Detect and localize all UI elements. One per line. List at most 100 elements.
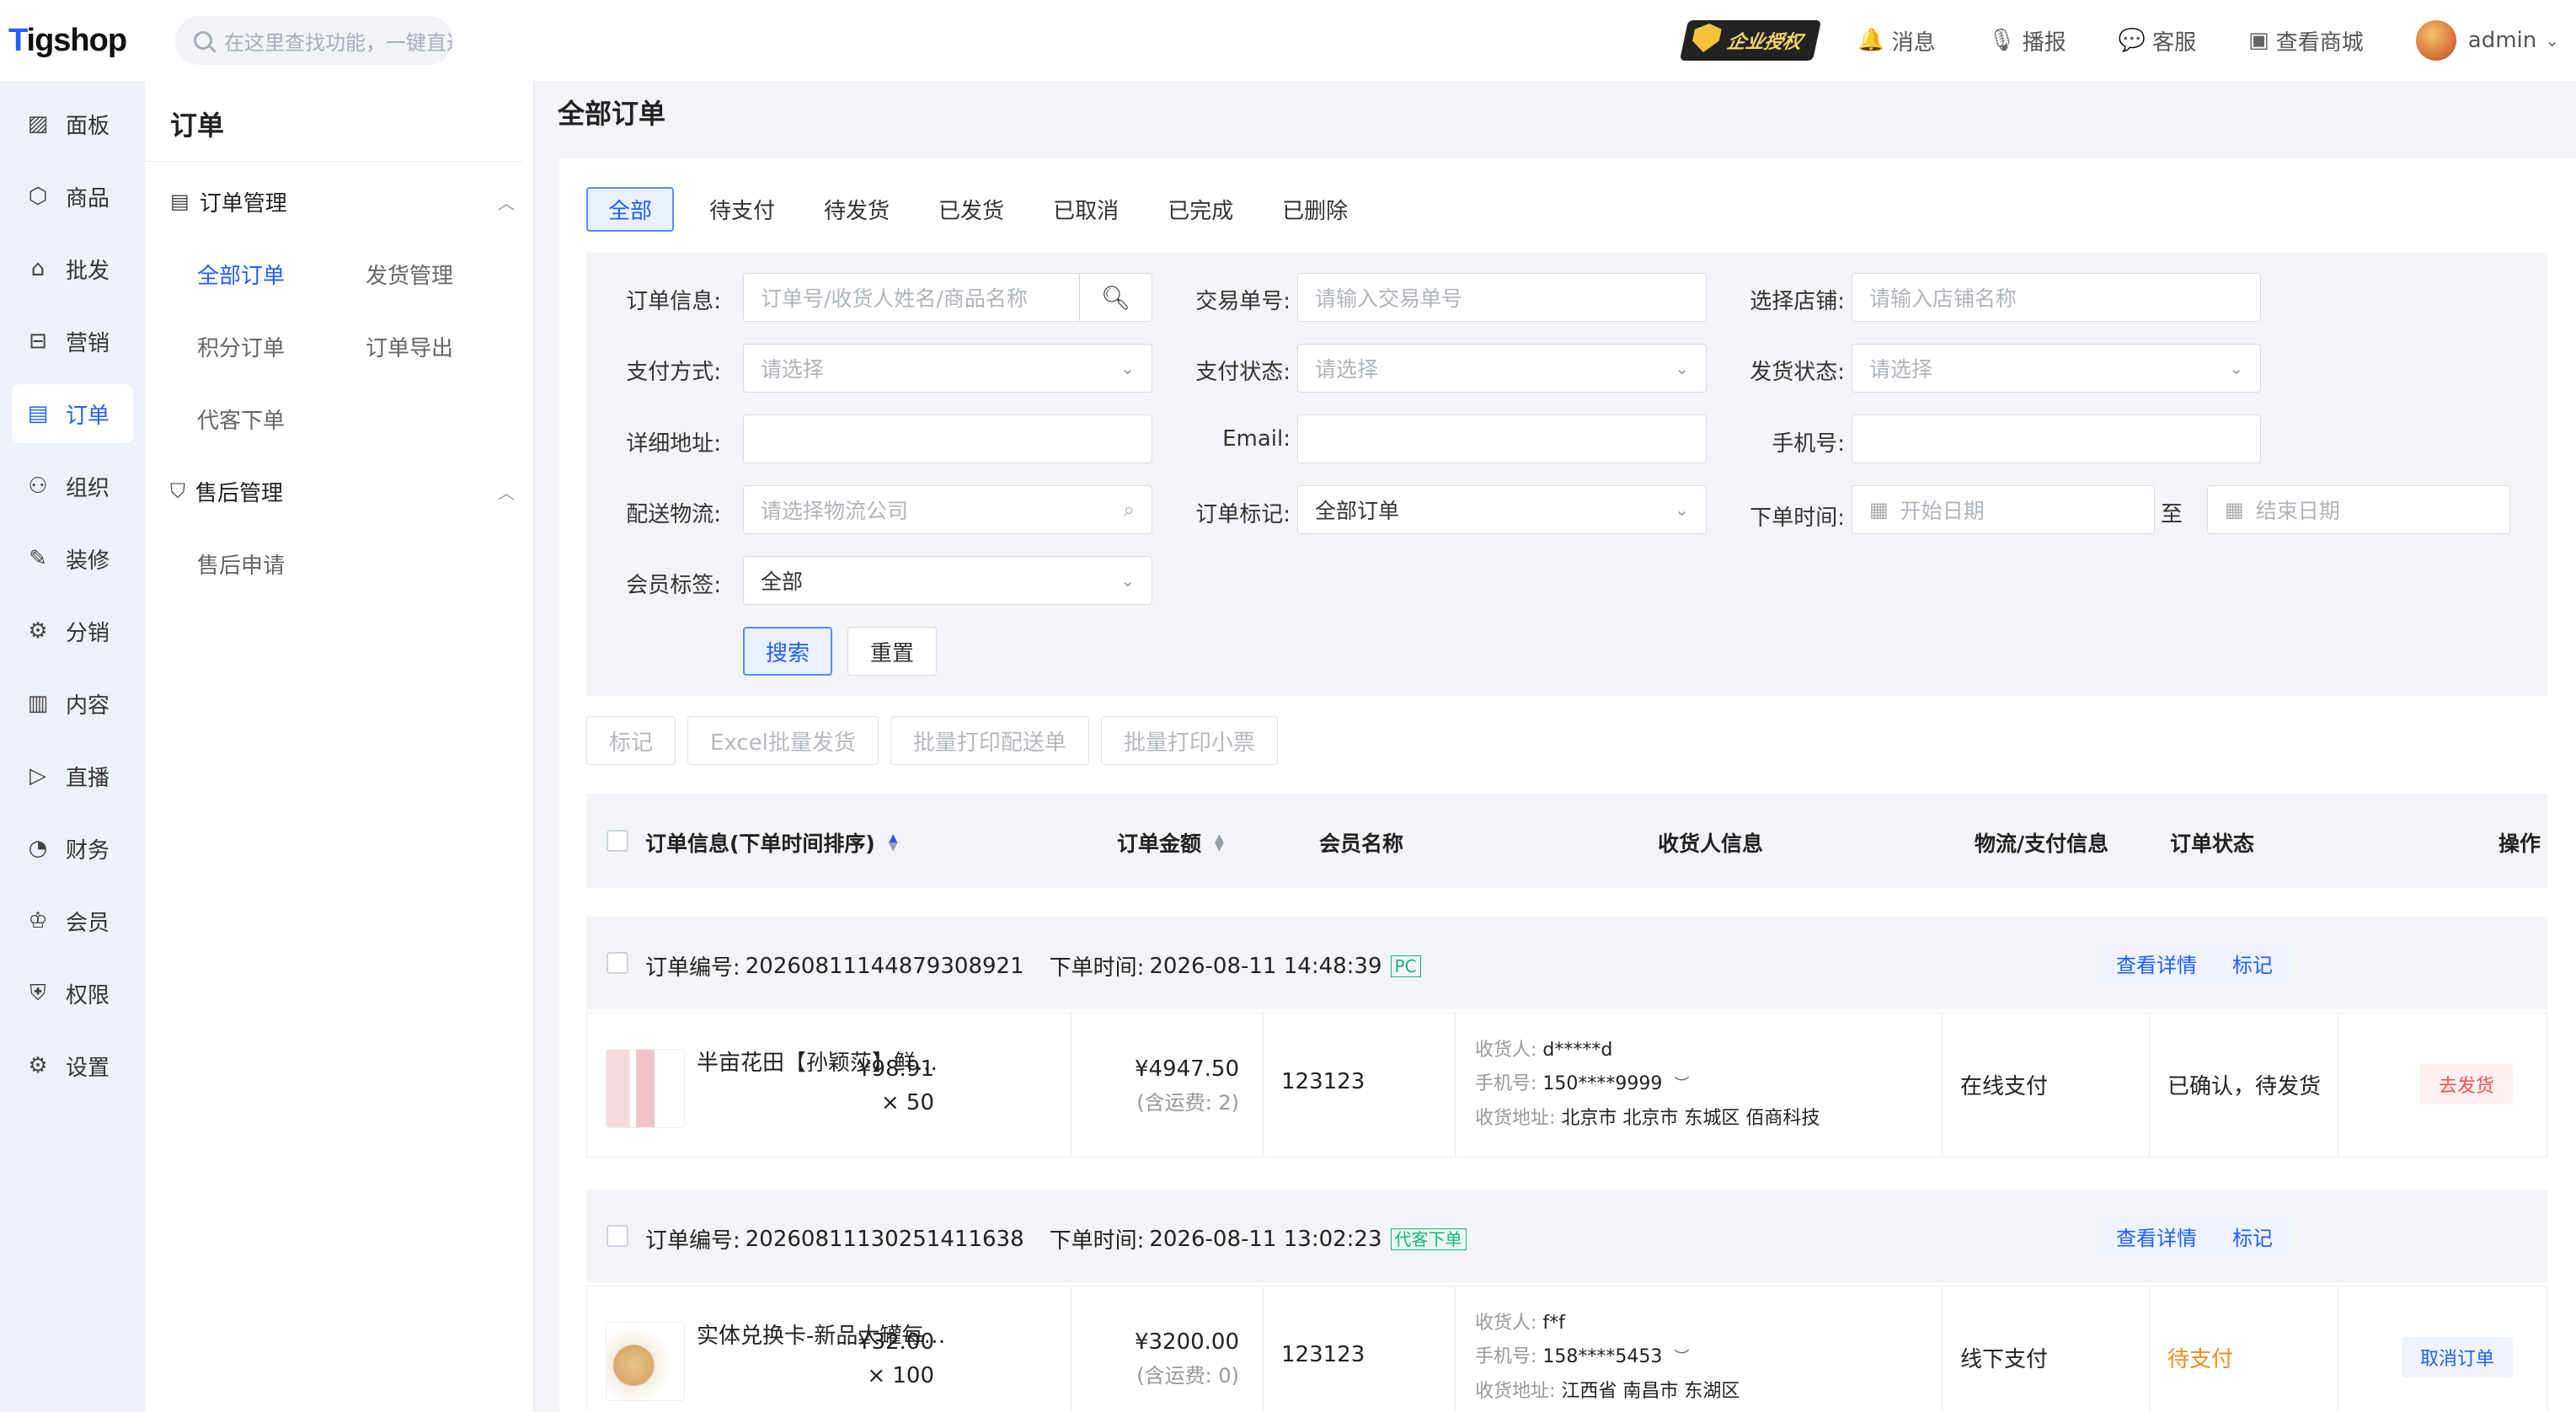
bell-icon: 🔔	[1857, 28, 1885, 53]
tab-cancelled[interactable]: 已取消	[1053, 187, 1119, 232]
batch-print-receipt-button[interactable]: 批量打印小票	[1100, 716, 1278, 765]
nav-item-marketing[interactable]: ⊟ 营销	[12, 312, 133, 371]
order-no: 20260811130251411638	[745, 1226, 1024, 1252]
ship-status-select[interactable]: 请选择 ⌄	[1852, 344, 2261, 393]
pay-status-select[interactable]: 请选择 ⌄	[1297, 344, 1707, 393]
th-status: 订单状态	[2170, 832, 2255, 856]
product-image[interactable]	[606, 1322, 685, 1401]
status-tabs: 全部 待支付 待发货 已发货 已取消 已完成 已删除	[586, 187, 1397, 232]
excel-batch-ship-button[interactable]: Excel批量发货	[687, 716, 879, 765]
logo[interactable]: Tigshop	[0, 23, 145, 59]
nav-item-settings[interactable]: ⚙ 设置	[12, 1036, 133, 1095]
nav-item-orders[interactable]: ▤ 订单	[12, 384, 133, 443]
product-price: ¥98.91 × 50	[858, 1052, 934, 1120]
batch-print-delivery-button[interactable]: 批量打印配送单	[890, 716, 1089, 765]
sublink-after-sales-requests[interactable]: 售后申请	[197, 527, 366, 600]
avatar[interactable]	[2415, 20, 2456, 61]
permission-icon: ⛨	[29, 980, 46, 1006]
nav-item-decoration[interactable]: ✎ 装修	[12, 529, 133, 588]
view-detail-button[interactable]: 查看详情	[2099, 1217, 2214, 1255]
date-separator: 至	[2160, 502, 2183, 527]
trade-no-input[interactable]: 请输入交易单号	[1297, 273, 1707, 322]
group-order-management[interactable]: ▤ 订单管理 ︿	[145, 165, 533, 238]
end-date-input[interactable]: ▦ 结束日期	[2207, 485, 2510, 534]
finance-icon: ◔	[28, 836, 48, 861]
global-search[interactable]: 在这里查找功能，一键直达	[175, 16, 453, 65]
nav-item-dashboard[interactable]: ▨ 面板	[12, 94, 133, 153]
th-logistics: 物流/支付信息	[1975, 832, 2109, 856]
username[interactable]: admin	[2468, 28, 2536, 53]
chevron-down-icon[interactable]: ⌄	[2545, 30, 2559, 51]
mark-order-button[interactable]: 标记	[2215, 944, 2290, 982]
eye-closed-icon[interactable]: ︶	[1674, 1349, 1689, 1367]
tab-shipped[interactable]: 已发货	[938, 187, 1004, 232]
broadcast-link[interactable]: 🎙 播报	[1988, 25, 2066, 56]
nav-item-finance[interactable]: ◔ 财务	[12, 819, 133, 878]
select-all-checkbox[interactable]	[607, 830, 628, 852]
nav-item-permissions[interactable]: ⛨ 权限	[12, 964, 133, 1023]
sublink-proxy-order[interactable]: 代客下单	[197, 382, 366, 455]
search-icon[interactable]: 🔍︎	[1079, 274, 1152, 321]
th-amount[interactable]: 订单金额 ▲ ▼	[1117, 827, 1224, 858]
chevron-up-icon[interactable]: ︿	[498, 479, 515, 504]
customer-service-link[interactable]: 💬 客服	[2119, 25, 2196, 56]
order-checkbox[interactable]	[607, 1225, 628, 1247]
mark-button[interactable]: 标记	[586, 716, 676, 765]
sort-icon[interactable]: ▲ ▼	[1215, 832, 1224, 853]
logistics-select[interactable]: 请选择物流公司 ⌕	[743, 485, 1152, 534]
phone-input[interactable]	[1852, 415, 2261, 463]
dashboard-icon: ▨	[27, 111, 49, 136]
email-input[interactable]	[1297, 415, 1707, 463]
nav-item-organization[interactable]: ⚇ 组织	[12, 457, 133, 516]
trade-no-label-text: 交易单号:	[1195, 289, 1291, 314]
view-detail-button[interactable]: 查看详情	[2099, 944, 2214, 982]
member-tag-select[interactable]: 全部 ⌄	[743, 556, 1152, 605]
chevron-up-icon[interactable]: ︿	[498, 190, 515, 214]
start-date-input[interactable]: ▦ 开始日期	[1852, 485, 2155, 534]
sublink-order-export[interactable]: 订单导出	[366, 310, 534, 382]
eye-closed-icon[interactable]: ︶	[1674, 1076, 1689, 1094]
product-image[interactable]	[606, 1049, 685, 1128]
pay-method-select[interactable]: 请选择 ⌄	[743, 344, 1152, 393]
nav-item-distribution[interactable]: ⚙ 分销	[12, 602, 133, 661]
order-time-label: 下单时间:	[1049, 955, 1145, 981]
tab-pending-shipment[interactable]: 待发货	[824, 187, 890, 232]
order-checkbox[interactable]	[607, 952, 628, 974]
broadcast-icon: 🎙	[1987, 28, 2016, 53]
payment-method: 在线支付	[1960, 1074, 2049, 1099]
content-icon: ▥	[27, 691, 49, 716]
ship-button[interactable]: 去发货	[2420, 1064, 2514, 1104]
order-status: 已确认，待发货	[2167, 1074, 2322, 1099]
tab-deleted[interactable]: 已删除	[1282, 187, 1348, 232]
chevron-down-icon: ⌄	[2229, 358, 2243, 378]
nav-item-live[interactable]: ▷ 直播	[12, 746, 133, 805]
tab-completed[interactable]: 已完成	[1168, 187, 1233, 232]
th-order-info[interactable]: 订单信息(下单时间排序) ▲ ▼	[645, 827, 898, 858]
sublink-points-orders[interactable]: 积分订单	[197, 310, 366, 382]
member-icon: ♔	[28, 908, 48, 933]
shipping-fee: (含运费: 0)	[1136, 1364, 1239, 1388]
sort-icon[interactable]: ▲ ▼	[889, 832, 898, 853]
shop-input[interactable]: 请输入店铺名称	[1852, 273, 2261, 322]
tab-pending-payment[interactable]: 待支付	[709, 187, 775, 232]
order-info-input[interactable]: 订单号/收货人姓名/商品名称 🔍︎	[743, 273, 1152, 322]
nav-item-products[interactable]: ⬡ 商品	[12, 167, 133, 226]
reset-button[interactable]: 重置	[847, 627, 937, 676]
nav-item-wholesale[interactable]: ⌂ 批发	[12, 239, 133, 298]
group-after-sales[interactable]: ⛉ 售后管理 ︿	[145, 455, 533, 527]
nav-item-content[interactable]: ▥ 内容	[12, 674, 133, 733]
payment-method: 线下支付	[1960, 1347, 2049, 1372]
sublink-shipping-management[interactable]: 发货管理	[366, 238, 534, 310]
enterprise-license-badge[interactable]: 企业授权	[1680, 20, 1822, 61]
view-mall-link[interactable]: ▣ 查看商城	[2248, 25, 2364, 56]
search-button[interactable]: 搜索	[743, 627, 832, 676]
box-icon: ⬡	[28, 184, 48, 209]
messages-link[interactable]: 🔔 消息	[1857, 25, 1935, 56]
sublink-all-orders[interactable]: 全部订单	[197, 238, 366, 310]
order-mark-select[interactable]: 全部订单 ⌄	[1297, 485, 1707, 534]
mark-order-button[interactable]: 标记	[2215, 1217, 2290, 1255]
tab-all[interactable]: 全部	[586, 187, 675, 232]
cancel-order-button[interactable]: 取消订单	[2402, 1337, 2514, 1377]
address-input[interactable]	[743, 415, 1152, 463]
nav-item-members[interactable]: ♔ 会员	[12, 891, 133, 950]
